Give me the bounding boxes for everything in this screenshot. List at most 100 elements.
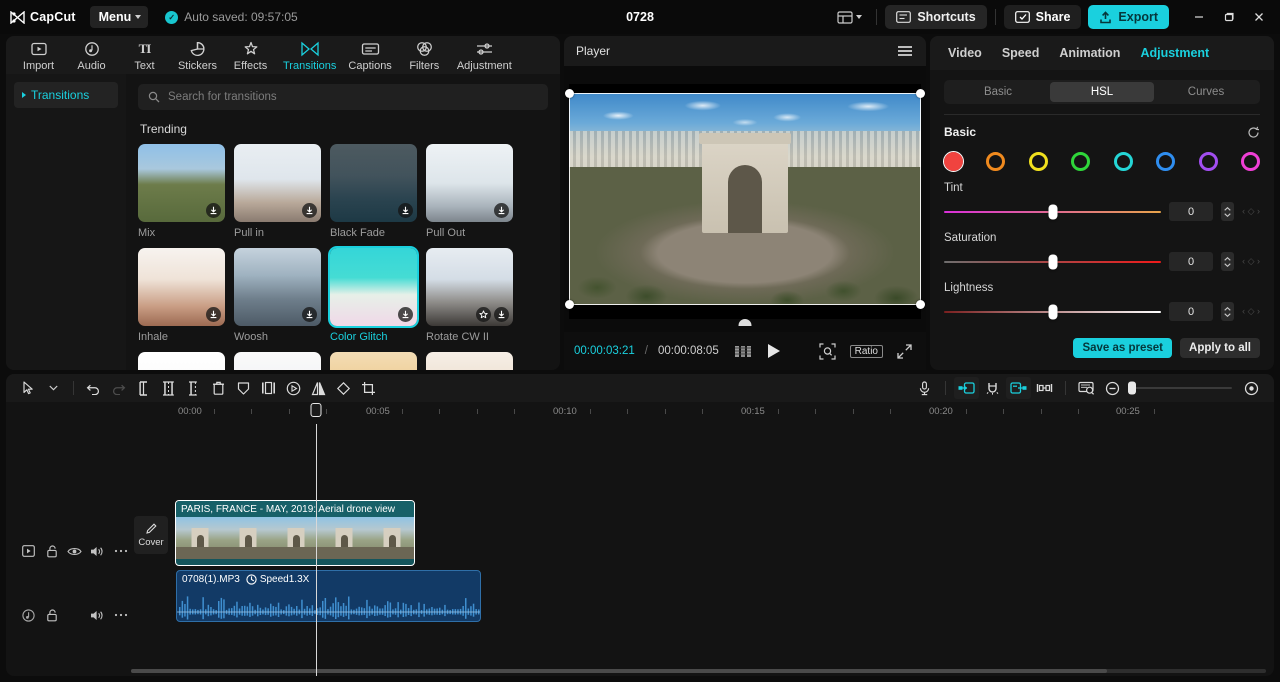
tint-stepper[interactable]	[1221, 202, 1235, 221]
auto-snap-in-icon[interactable]	[954, 377, 979, 399]
speaker-icon[interactable]	[87, 540, 108, 562]
transition-thumbnail[interactable]	[234, 248, 321, 326]
saturation-value[interactable]: 0	[1169, 252, 1214, 271]
trim-right-icon[interactable]	[181, 377, 206, 399]
maximize-button[interactable]	[1214, 2, 1244, 32]
auto-snap-out-icon[interactable]	[1006, 377, 1031, 399]
transition-thumbnail[interactable]	[426, 352, 513, 370]
timeline-zoom-slider[interactable]	[1128, 381, 1232, 395]
tab-animation[interactable]: Animation	[1059, 46, 1120, 60]
transition-thumbnail[interactable]	[426, 144, 513, 222]
tab-adjustment[interactable]: Adjustment	[1140, 46, 1209, 60]
transition-thumbnail[interactable]	[330, 144, 417, 222]
swatch-purple[interactable]	[1198, 152, 1218, 171]
transition-item[interactable]: Mix	[138, 144, 225, 239]
lightness-value[interactable]: 0	[1169, 302, 1214, 321]
magnet-snap-icon[interactable]	[980, 377, 1005, 399]
apply-to-all-button[interactable]: Apply to all	[1180, 338, 1260, 358]
timeline-scrollbar[interactable]	[131, 669, 1266, 673]
favorite-star-icon[interactable]	[476, 307, 491, 322]
chevron-down-icon[interactable]	[41, 377, 66, 399]
select-tool-icon[interactable]	[16, 377, 41, 399]
lightness-slider-knob[interactable]	[1048, 304, 1058, 319]
transition-item[interactable]: Black Fade	[330, 144, 417, 239]
download-icon[interactable]	[494, 203, 509, 218]
lightness-keyframe-controls[interactable]: ‹ ◇ ›	[1242, 306, 1260, 317]
menu-button[interactable]: Menu	[89, 6, 149, 28]
transition-item-partial[interactable]	[426, 352, 513, 370]
speaker-icon[interactable]	[87, 604, 108, 626]
tab-captions[interactable]: Captions	[342, 38, 397, 74]
magnify-icon[interactable]	[819, 342, 836, 360]
saturation-stepper[interactable]	[1221, 252, 1235, 271]
frames-icon[interactable]	[734, 345, 752, 358]
tint-keyframe-controls[interactable]: ‹ ◇ ›	[1242, 206, 1260, 217]
download-icon[interactable]	[398, 203, 413, 218]
tint-slider-knob[interactable]	[1048, 204, 1058, 219]
video-clip[interactable]: PARIS, FRANCE - MAY, 2019: Aerial drone …	[175, 500, 415, 566]
download-icon[interactable]	[398, 307, 413, 322]
transition-thumbnail[interactable]	[426, 248, 513, 326]
download-icon[interactable]	[206, 203, 221, 218]
reverse-icon[interactable]	[281, 377, 306, 399]
save-as-preset-button[interactable]: Save as preset	[1073, 338, 1173, 358]
fullscreen-icon[interactable]	[897, 343, 912, 359]
resize-handle-bl[interactable]	[565, 300, 574, 309]
rotate-icon[interactable]	[331, 377, 356, 399]
tab-video[interactable]: Video	[948, 46, 982, 60]
transition-item-partial[interactable]	[234, 352, 321, 370]
audio-clip[interactable]: 0708(1).MP3 Speed1.3X	[176, 570, 481, 622]
tab-adjustment[interactable]: Adjustment	[451, 38, 518, 74]
search-input[interactable]: Search for transitions	[138, 84, 548, 110]
more-options-icon[interactable]	[110, 540, 131, 562]
video-canvas[interactable]	[565, 84, 925, 326]
mask-icon[interactable]	[231, 377, 256, 399]
tab-stickers[interactable]: Stickers	[171, 38, 224, 74]
zoom-out-icon[interactable]	[1100, 377, 1125, 399]
transition-thumbnail[interactable]	[138, 144, 225, 222]
resize-handle-tl[interactable]	[565, 89, 574, 98]
transition-thumbnail[interactable]	[330, 248, 417, 326]
transition-item[interactable]: Woosh	[234, 248, 321, 343]
mirror-icon[interactable]	[306, 377, 331, 399]
timeline-zoom-knob[interactable]	[1128, 381, 1136, 395]
ratio-button[interactable]: Ratio	[849, 344, 883, 358]
lightness-slider[interactable]	[944, 304, 1162, 319]
transition-thumbnail[interactable]	[234, 144, 321, 222]
segment-curves[interactable]: Curves	[1154, 82, 1258, 102]
swatch-cyan[interactable]	[1113, 152, 1133, 171]
transition-item-partial[interactable]	[138, 352, 225, 370]
share-button[interactable]: Share	[1003, 5, 1082, 29]
rotate-handle[interactable]	[738, 319, 752, 326]
swatch-red[interactable]	[943, 151, 964, 172]
hamburger-icon[interactable]	[898, 46, 912, 56]
close-button[interactable]	[1244, 2, 1274, 32]
transition-item[interactable]: Color Glitch	[330, 248, 417, 343]
transition-thumbnail[interactable]	[138, 248, 225, 326]
saturation-slider[interactable]	[944, 254, 1162, 269]
reset-icon[interactable]	[1247, 126, 1260, 139]
saturation-keyframe-controls[interactable]: ‹ ◇ ›	[1242, 256, 1260, 267]
more-options-icon[interactable]	[110, 604, 131, 626]
tab-filters[interactable]: Filters	[398, 38, 451, 74]
tab-import[interactable]: Import	[12, 38, 65, 74]
export-button[interactable]: Export	[1088, 5, 1169, 29]
lightness-stepper[interactable]	[1221, 302, 1235, 321]
tab-text[interactable]: TI Text	[118, 38, 171, 74]
swatch-yellow[interactable]	[1028, 152, 1048, 171]
eye-icon[interactable]	[64, 540, 85, 562]
resize-handle-tr[interactable]	[916, 89, 925, 98]
split-icon[interactable]	[131, 377, 156, 399]
playhead-handle[interactable]	[310, 403, 322, 417]
cover-button[interactable]: Cover	[134, 516, 168, 554]
segment-basic[interactable]: Basic	[946, 82, 1050, 102]
transition-thumbnail[interactable]	[138, 352, 225, 370]
crop-icon[interactable]	[356, 377, 381, 399]
tab-speed[interactable]: Speed	[1002, 46, 1040, 60]
layout-button[interactable]	[831, 7, 868, 28]
transition-thumbnail[interactable]	[330, 352, 417, 370]
sidebar-item-transitions[interactable]: Transitions	[14, 82, 118, 108]
saturation-slider-knob[interactable]	[1048, 254, 1058, 269]
swatch-magenta[interactable]	[1240, 152, 1260, 171]
transition-item[interactable]: Pull in	[234, 144, 321, 239]
